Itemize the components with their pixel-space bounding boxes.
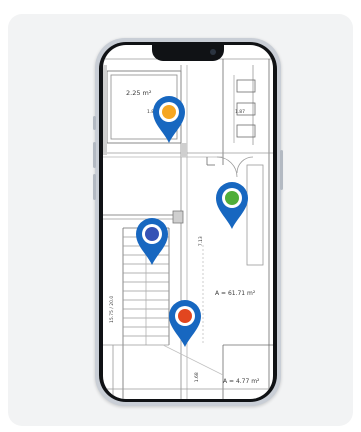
room-area-top: 2.25 m² xyxy=(126,89,152,97)
dimension-vertical: 7.13 xyxy=(198,236,204,247)
phone-screen: 2.25 m² 1.82 1.87 7.13 15.75 / 20.0 A = … xyxy=(103,45,273,399)
dimension-stair: 15.75 / 20.0 xyxy=(110,295,115,323)
dimension-bottom: 1.68 xyxy=(194,372,200,383)
room-area-main: A = 61.71 m² xyxy=(215,290,256,297)
side-button-left-low xyxy=(93,174,96,200)
notch xyxy=(152,45,224,61)
map-pin-icon xyxy=(169,300,201,347)
location-pin-red[interactable] xyxy=(167,298,203,348)
dimension-top-right: 1.87 xyxy=(235,110,246,115)
side-button-right xyxy=(280,150,283,190)
location-pin-navy[interactable] xyxy=(134,216,170,266)
map-pin-icon xyxy=(216,182,248,229)
room-area-bottom: A = 4.77 m² xyxy=(223,378,260,385)
side-button-left-mid xyxy=(93,142,96,168)
location-pin-yellow[interactable] xyxy=(151,94,187,144)
side-button-left-top xyxy=(93,116,96,130)
camera-icon xyxy=(210,49,216,55)
map-pin-icon xyxy=(153,96,185,143)
phone-bezel: 2.25 m² 1.82 1.87 7.13 15.75 / 20.0 A = … xyxy=(99,42,277,402)
phone-mockup: 2.25 m² 1.82 1.87 7.13 15.75 / 20.0 A = … xyxy=(93,38,283,406)
location-pin-green[interactable] xyxy=(214,180,250,230)
map-pin-icon xyxy=(136,218,168,265)
